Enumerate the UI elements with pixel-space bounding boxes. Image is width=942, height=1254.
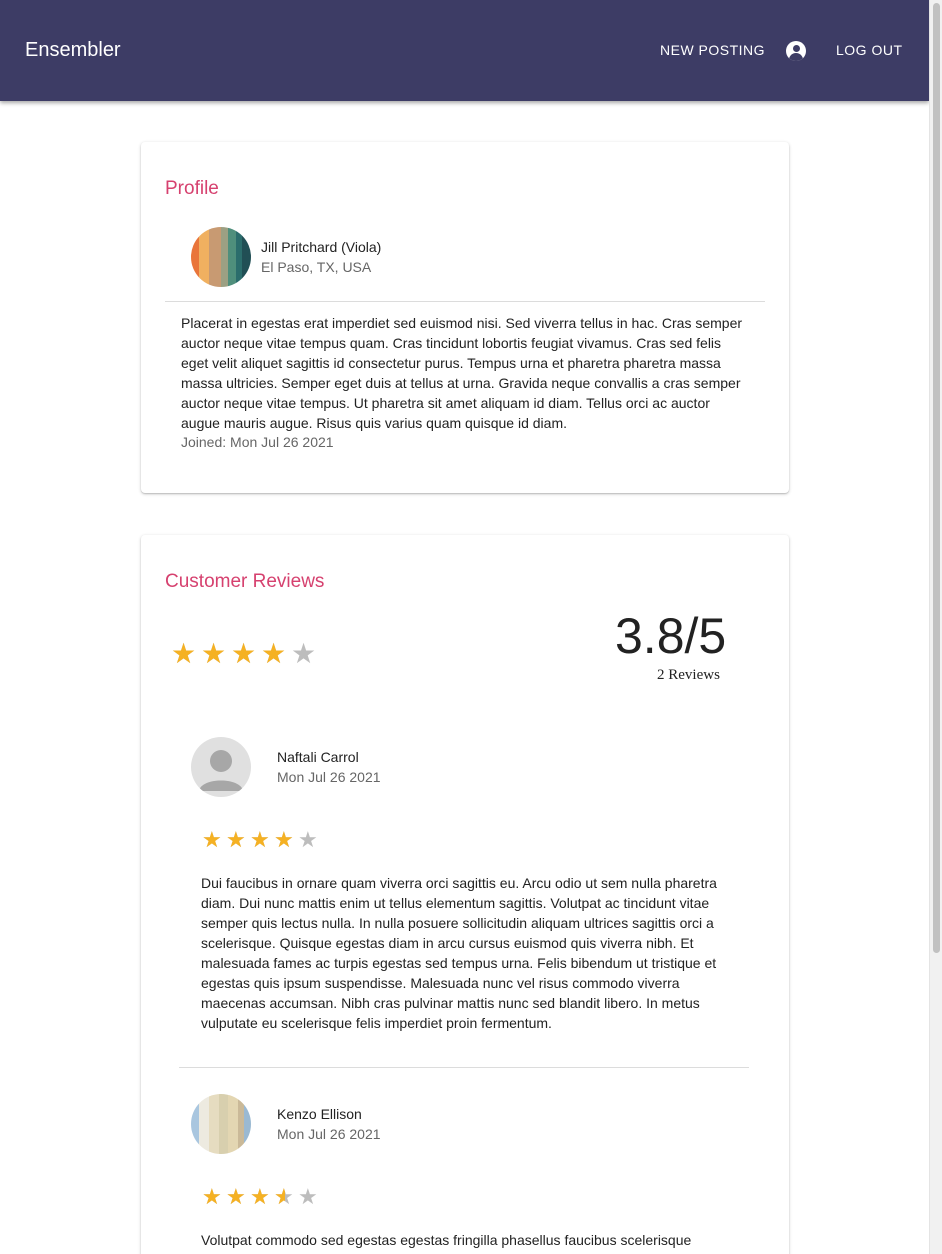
review-text: Dui faucibus in ornare quam viverra orci… [201,875,717,1031]
reviewer-name: Kenzo Ellison [277,1106,362,1122]
scrollbar-thumb[interactable] [933,3,940,953]
average-rating-stars: ★★★★★★★★★★ [171,640,321,668]
review-date: Mon Jul 26 2021 [277,769,381,785]
profile-card: Profile Jill Pritchard (Viola) El Paso, … [141,142,789,493]
profile-joined-date: Joined: Mon Jul 26 2021 [181,434,334,450]
review-divider [179,1067,749,1068]
star-icon: ★★ [171,638,197,669]
account-circle-icon[interactable] [786,41,806,61]
profile-title: Profile [165,178,219,199]
star-icon: ★★ [291,638,317,669]
star-icon: ★★ [298,827,318,852]
reviews-card: Customer Reviews ★★★★★★★★★★ 3.8/5 2 Revi… [141,535,789,1254]
star-icon: ★★ [298,1184,318,1209]
star-icon: ★★ [202,1184,222,1209]
average-rating-value: 3.8/5 [615,608,727,664]
review-date: Mon Jul 26 2021 [277,1126,381,1142]
page-scrollbar[interactable] [929,0,942,1254]
review-rating-stars: ★★★★★★★★★★ [202,1186,322,1208]
star-icon: ★★ [261,638,287,669]
page: Ensembler NEW POSTING LOG OUT Profile Ji… [0,0,942,1254]
star-icon: ★★ [250,827,270,852]
review-rating-stars: ★★★★★★★★★★ [202,829,322,851]
star-icon: ★★ [231,638,257,669]
profile-location: El Paso, TX, USA [261,259,372,275]
profile-bio: Placerat in egestas erat imperdiet sed e… [181,315,743,431]
star-icon: ★★ [226,1184,246,1209]
reviewer-avatar [191,1094,251,1154]
review-count: 2 Reviews [657,667,720,683]
star-icon: ★★ [226,827,246,852]
person-icon [199,750,243,791]
reviews-title: Customer Reviews [165,571,325,592]
reviewer-avatar-default [191,737,251,797]
star-icon: ★★ [201,638,227,669]
app-bar: Ensembler NEW POSTING LOG OUT [0,0,929,101]
brand-title[interactable]: Ensembler [25,39,121,62]
star-icon: ★★ [250,1184,270,1209]
reviewer-name: Naftali Carrol [277,749,359,765]
review-text: Volutpat commodo sed egestas egestas fri… [201,1232,692,1248]
star-icon: ★★ [202,827,222,852]
new-posting-button[interactable]: NEW POSTING [660,42,765,58]
profile-name: Jill Pritchard (Viola) [261,239,382,255]
star-icon: ★★ [274,1184,294,1209]
star-icon: ★★ [274,827,294,852]
profile-avatar [191,227,251,287]
profile-divider [165,301,765,302]
log-out-button[interactable]: LOG OUT [836,42,903,58]
